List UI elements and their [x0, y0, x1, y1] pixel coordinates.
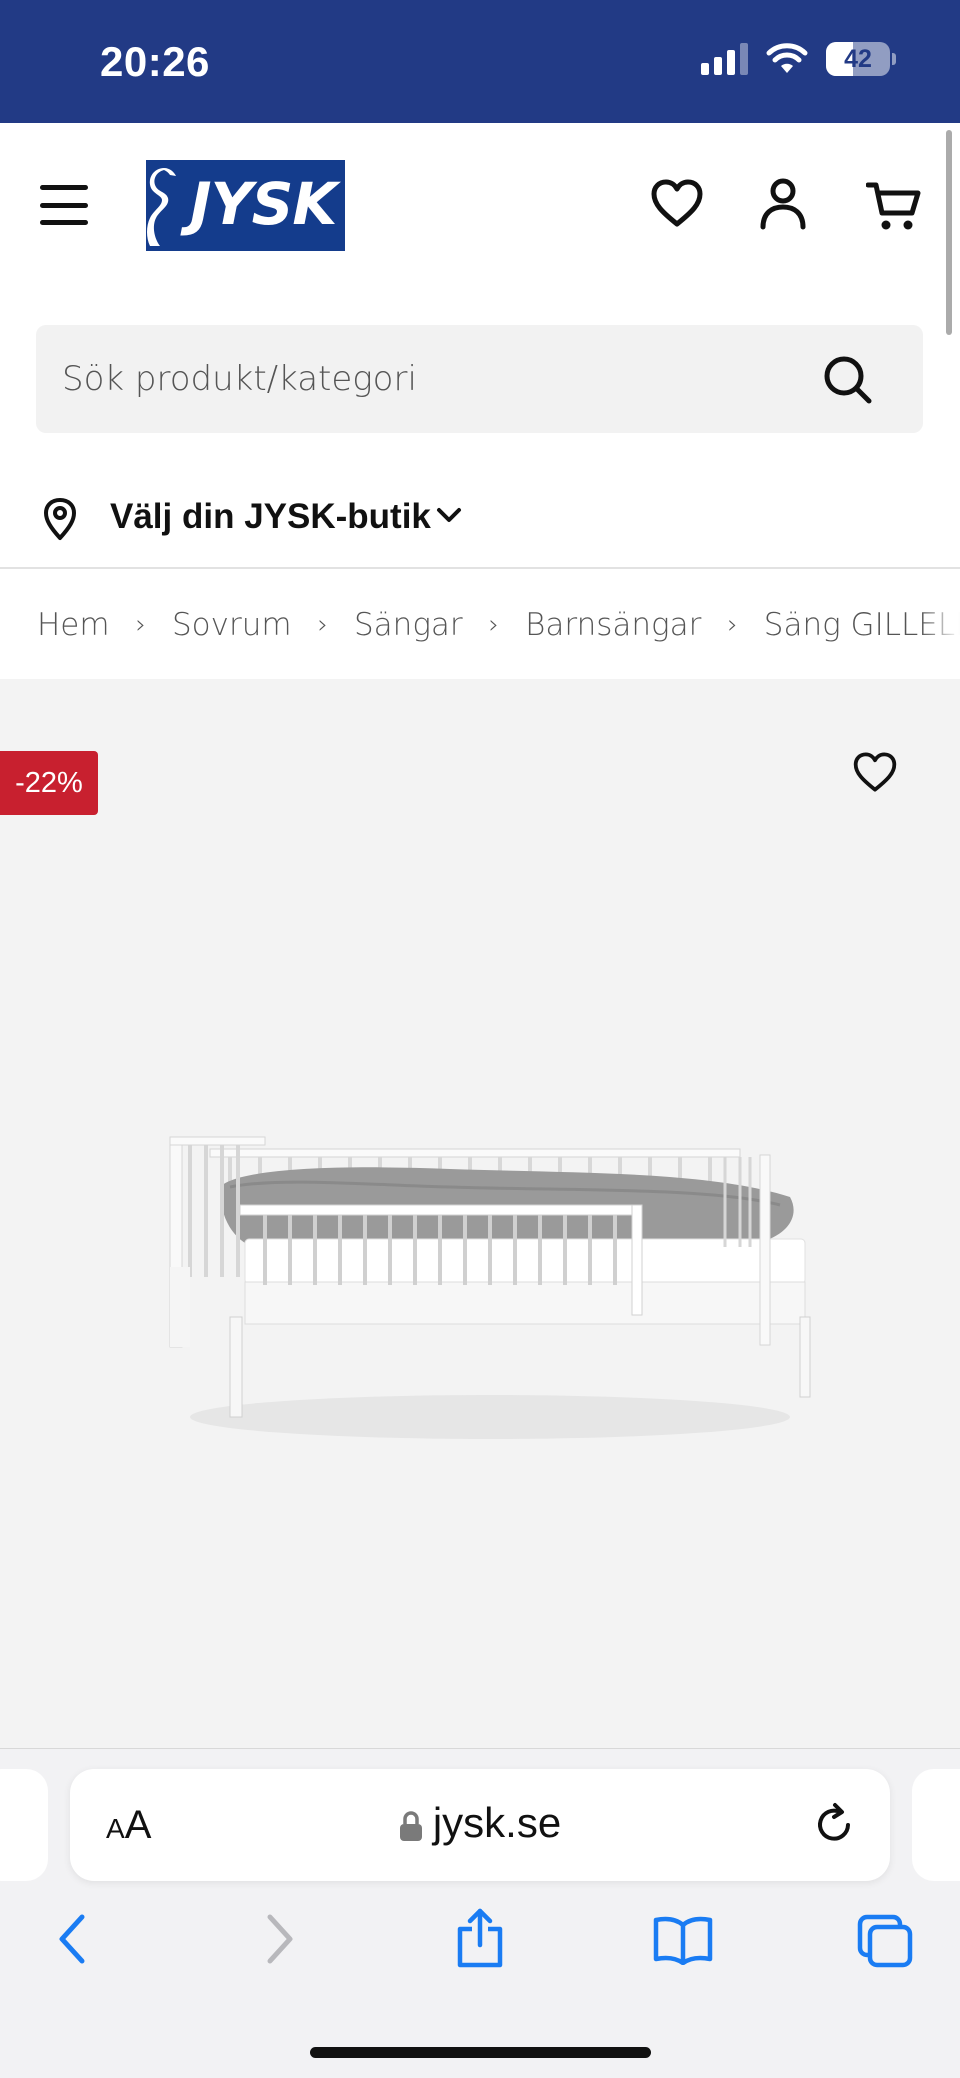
location-pin-icon [44, 498, 76, 540]
status-time: 20:26 [100, 38, 210, 85]
breadcrumb-item-barnsangar[interactable]: Barnsängar [525, 607, 701, 643]
store-selector[interactable]: Välj din JYSK-butik [0, 465, 960, 569]
product-image-area[interactable]: -22% [0, 679, 960, 1748]
back-icon[interactable] [54, 1911, 90, 1967]
url-display[interactable]: jysk.se [70, 1799, 890, 1847]
user-icon[interactable] [758, 177, 808, 231]
chevron-down-icon [437, 508, 461, 522]
battery-percent: 42 [844, 44, 872, 73]
previous-tab-preview[interactable] [0, 1769, 48, 1881]
battery-indicator: 42 [826, 42, 896, 76]
search-icon[interactable] [823, 355, 873, 405]
share-icon[interactable] [454, 1907, 506, 1969]
logo-text: JYSK [190, 170, 337, 238]
battery-icon: 42 [826, 42, 890, 76]
goose-logo-icon [147, 168, 176, 246]
address-bar[interactable]: AA jysk.se [70, 1769, 890, 1881]
status-icons: 42 [701, 42, 896, 76]
wifi-icon [766, 43, 808, 73]
forward-icon[interactable] [262, 1911, 298, 1967]
site-header: JYSK [0, 123, 960, 293]
tabs-icon[interactable] [856, 1913, 914, 1969]
breadcrumb-separator: › [727, 610, 738, 640]
discount-badge: -22% [0, 751, 98, 815]
breadcrumb-item-sangar[interactable]: Sängar [354, 607, 463, 643]
store-selector-label[interactable]: Välj din JYSK-butik [110, 497, 431, 537]
home-indicator[interactable] [310, 2047, 651, 2058]
breadcrumb-separator: › [317, 610, 328, 640]
reload-icon[interactable] [812, 1801, 856, 1847]
search-input[interactable]: Sök produkt/kategori [62, 359, 417, 399]
breadcrumb-item-sovrum[interactable]: Sovrum [172, 607, 292, 643]
breadcrumb-item-hem[interactable]: Hem [37, 607, 110, 643]
next-tab-preview[interactable] [912, 1769, 960, 1881]
url-text: jysk.se [432, 1799, 562, 1846]
cart-icon[interactable] [866, 179, 922, 233]
menu-icon[interactable] [40, 185, 88, 225]
product-image-bed [169, 1136, 811, 1439]
cellular-signal-icon [701, 43, 748, 75]
bookmarks-icon[interactable] [652, 1915, 714, 1965]
page-scrollbar[interactable] [946, 130, 952, 335]
search-bar[interactable]: Sök produkt/kategori [36, 325, 923, 433]
breadcrumb-separator: › [488, 610, 500, 640]
heart-icon[interactable] [852, 751, 898, 793]
breadcrumb: Hem › Sovrum › Sängar › Barnsängar › Sän… [0, 571, 960, 679]
browser-toolbar: AA jysk.se [0, 1748, 960, 2078]
heart-icon[interactable] [650, 178, 704, 228]
status-bar: 20:26 42 [0, 0, 960, 123]
lock-icon [399, 1811, 422, 1841]
jysk-logo[interactable]: JYSK [146, 160, 345, 251]
breadcrumb-separator: › [135, 610, 146, 640]
